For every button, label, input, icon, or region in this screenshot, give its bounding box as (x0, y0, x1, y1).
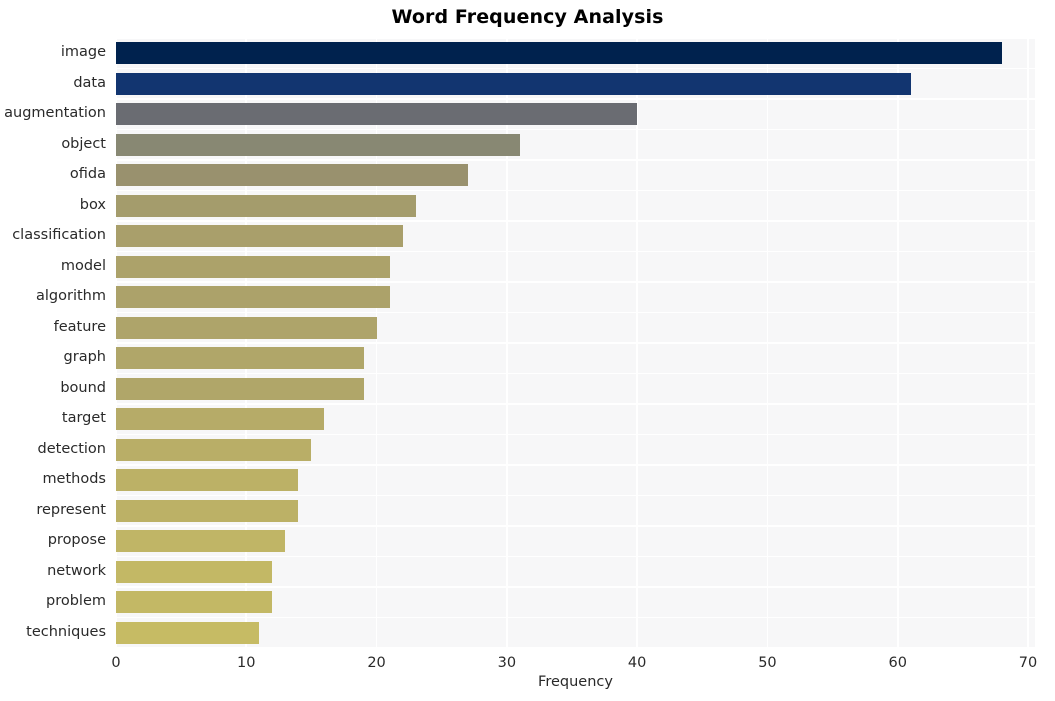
y-tick-label-image: image (60, 44, 106, 61)
x-tick-label-10: 10 (237, 655, 256, 671)
y-tick-label-bound: bound (60, 379, 106, 396)
y-tick-label-box: box (79, 196, 106, 213)
y-tick-label-network: network (47, 562, 106, 579)
y-tick-label-graph: graph (63, 349, 106, 366)
x-tick-label-30: 30 (497, 655, 517, 671)
chart-figure: Word Frequency Analysis image data augment… (0, 0, 1055, 701)
y-tick-label-feature: feature (53, 318, 106, 335)
y-tick-label-algorithm: algorithm (36, 288, 106, 305)
y-tick-label-target: target (61, 410, 106, 427)
x-axis-title: Frequency (538, 674, 613, 690)
y-tick-label-object: object (61, 135, 106, 152)
y-tick-label-ofida: ofida (69, 166, 106, 183)
y-tick-label-problem: problem (46, 593, 106, 610)
x-tick-label-60: 60 (888, 655, 907, 671)
x-tick-label-70: 70 (1018, 655, 1038, 671)
y-tick-label-methods: methods (42, 471, 106, 488)
y-tick-label-augmentation: augmentation (4, 105, 106, 122)
y-tick-label-classification: classification (12, 227, 106, 244)
y-tick-label-detection: detection (37, 440, 106, 457)
x-tick-label-50: 50 (758, 655, 777, 671)
x-tick-label-0: 0 (111, 655, 121, 671)
page-title: Word Frequency Analysis (391, 6, 664, 28)
y-tick-label-data: data (73, 74, 106, 91)
y-tick-label-represent: represent (36, 501, 106, 518)
y-tick-label-propose: propose (47, 532, 106, 549)
y-tick-label-techniques: techniques (26, 623, 106, 640)
x-tick-label-40: 40 (627, 655, 647, 671)
y-axis-tick-labels: image data augmentation object ofida box class… (0, 38, 1055, 648)
x-tick-label-20: 20 (367, 655, 386, 671)
y-tick-label-model: model (60, 257, 106, 274)
